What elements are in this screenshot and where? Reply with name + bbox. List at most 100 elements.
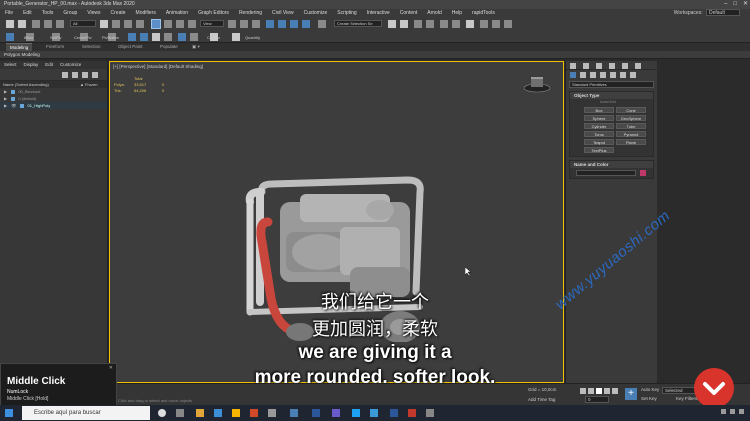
- modify-tab-icon[interactable]: [583, 63, 589, 69]
- rectangular-selection-icon[interactable]: [124, 20, 132, 28]
- snap-grid-icon[interactable]: [164, 33, 172, 41]
- ribbon-options-icon[interactable]: ▣ ▾: [192, 43, 200, 51]
- pivot-point-center-icon[interactable]: [228, 20, 236, 28]
- expand-icon[interactable]: ▶: [4, 88, 7, 95]
- torus-button[interactable]: Torus: [584, 131, 614, 137]
- go-to-start-icon[interactable]: [580, 388, 586, 394]
- viewport-label[interactable]: [+] [Perspective] [Standard] [Default Sh…: [113, 64, 203, 69]
- reference-coordinate-dropdown[interactable]: View: [200, 20, 224, 27]
- tray-icon[interactable]: [721, 409, 726, 414]
- tab-freeform[interactable]: Freeform: [46, 43, 64, 51]
- quadrify-label[interactable]: Quadrify: [245, 35, 260, 40]
- rendered-frame-window-icon[interactable]: [492, 20, 500, 28]
- display-tool-icon[interactable]: [190, 33, 198, 41]
- textplus-button[interactable]: TextPlus: [584, 147, 614, 153]
- menu-scripting[interactable]: Scripting: [332, 9, 361, 18]
- menu-rapidtools[interactable]: rapidTools: [467, 9, 500, 18]
- keyboard-shortcut-override-icon[interactable]: [252, 20, 260, 28]
- hierarchy-tab-icon[interactable]: [596, 63, 602, 69]
- app-icon-5[interactable]: [352, 409, 360, 417]
- set-key-icon[interactable]: +: [625, 388, 637, 400]
- polygon-modeling-panel[interactable]: Polygon Modeling: [0, 51, 750, 59]
- motion-tab-icon[interactable]: [609, 63, 615, 69]
- auto-key-button[interactable]: Auto Key: [641, 387, 659, 392]
- menu-graph-editors[interactable]: Graph Editors: [193, 9, 234, 18]
- layer-row[interactable]: ▶ 👁 01_HighPoly: [0, 102, 107, 109]
- cameras-icon[interactable]: [600, 72, 606, 78]
- pyramid-button[interactable]: Pyramid: [616, 131, 646, 137]
- primitive-type-dropdown[interactable]: Standard Primitives: [569, 81, 654, 88]
- mirror-icon[interactable]: [388, 20, 396, 28]
- menu-tools[interactable]: Tools: [37, 9, 59, 18]
- object-color-swatch[interactable]: [640, 170, 646, 176]
- layer-row[interactable]: ▶ 00_Blockout: [0, 88, 107, 95]
- select-object-icon[interactable]: [100, 20, 108, 28]
- window-crossing-icon[interactable]: [136, 20, 144, 28]
- column-frozen[interactable]: ▲ Frozen: [80, 81, 98, 88]
- layout-tool-icon[interactable]: [152, 33, 160, 41]
- tray-icon[interactable]: [739, 409, 744, 414]
- add-time-tag[interactable]: Add Time Tag: [528, 397, 555, 402]
- workspace-dropdown[interactable]: Default: [706, 9, 740, 17]
- minimize-button[interactable]: –: [724, 0, 727, 9]
- chrome-icon[interactable]: [232, 409, 240, 417]
- name-and-color-title[interactable]: Name and Color: [570, 161, 653, 168]
- unlink-icon[interactable]: [44, 20, 52, 28]
- lights-icon[interactable]: [590, 72, 596, 78]
- add-icon[interactable]: [232, 33, 240, 41]
- helpers-icon[interactable]: [610, 72, 616, 78]
- render-setup-icon[interactable]: [480, 20, 488, 28]
- arrange-tool-icon[interactable]: [140, 33, 148, 41]
- app-icon-1[interactable]: [250, 409, 258, 417]
- tab-populate[interactable]: Populate: [160, 43, 178, 51]
- teapot-button[interactable]: Teapot: [584, 139, 614, 145]
- shapes-icon[interactable]: [580, 72, 586, 78]
- explorer-menu-customize[interactable]: Customize: [60, 61, 81, 69]
- app-icon-4[interactable]: [332, 409, 340, 417]
- redo-icon[interactable]: [18, 20, 26, 28]
- snaps-toggle-icon[interactable]: [266, 20, 274, 28]
- menu-animation[interactable]: Animation: [161, 9, 193, 18]
- menu-interactive[interactable]: Interactive: [362, 9, 395, 18]
- named-selection-sets-dropdown[interactable]: Create Selection Se: [334, 20, 382, 27]
- tab-object-paint[interactable]: Object Paint: [118, 43, 143, 51]
- previous-frame-icon[interactable]: [588, 388, 594, 394]
- select-and-scale-icon[interactable]: [176, 20, 184, 28]
- next-frame-icon[interactable]: [604, 388, 610, 394]
- selection-dropdown[interactable]: Selected: [662, 387, 698, 394]
- menu-customize[interactable]: Customize: [299, 9, 333, 18]
- render-production-icon[interactable]: [504, 20, 512, 28]
- explorer-column-header[interactable]: Name (Sorted Ascending) ▲ Frozen: [0, 81, 107, 88]
- filter-icon[interactable]: [72, 72, 78, 78]
- object-name-field[interactable]: [576, 170, 636, 176]
- photoshop-icon[interactable]: [312, 409, 320, 417]
- select-by-name-icon[interactable]: [112, 20, 120, 28]
- tab-selection[interactable]: Selection: [82, 43, 101, 51]
- play-icon[interactable]: [596, 388, 602, 394]
- visibility-eye-icon[interactable]: 👁: [11, 102, 16, 109]
- close-icon[interactable]: ✕: [109, 365, 113, 371]
- set-key-button[interactable]: Set Key: [641, 396, 657, 401]
- menu-views[interactable]: Views: [82, 9, 105, 18]
- menu-help[interactable]: Help: [447, 9, 467, 18]
- angle-snap-icon[interactable]: [278, 20, 286, 28]
- taskbar-search-box[interactable]: Escribe aquí para buscar: [22, 406, 150, 420]
- sphere-button[interactable]: Sphere: [584, 115, 614, 121]
- word-icon[interactable]: [390, 409, 398, 417]
- maximize-button[interactable]: □: [733, 0, 737, 9]
- tube-button[interactable]: Tube: [616, 123, 646, 129]
- menu-edit[interactable]: Edit: [18, 9, 37, 18]
- app-icon-6[interactable]: [408, 409, 416, 417]
- create-tab-icon[interactable]: [570, 63, 576, 69]
- edit-named-selection-icon[interactable]: [318, 20, 326, 28]
- select-manipulate-icon[interactable]: [240, 20, 248, 28]
- app-icon-2[interactable]: [268, 409, 276, 417]
- utilities-tab-icon[interactable]: [635, 63, 641, 69]
- menu-content[interactable]: Content: [395, 9, 423, 18]
- undo-icon[interactable]: [6, 20, 14, 28]
- expand-icon[interactable]: ▶: [4, 102, 7, 109]
- view-tool-icon[interactable]: [178, 33, 186, 41]
- material-editor-icon[interactable]: [466, 20, 474, 28]
- curve-editor-icon[interactable]: [440, 20, 448, 28]
- box-button[interactable]: Box: [584, 107, 614, 113]
